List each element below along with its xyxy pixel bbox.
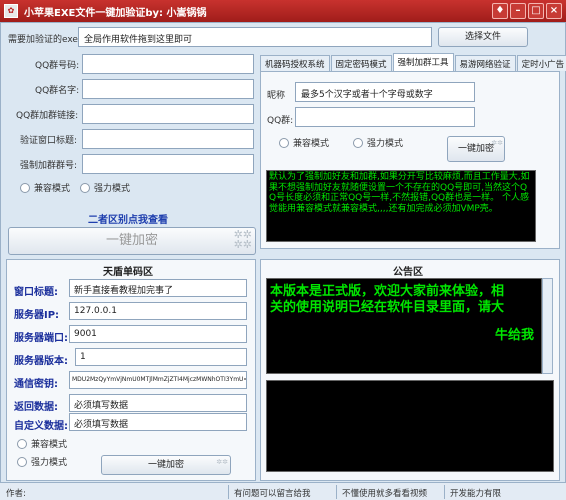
status-separator <box>444 485 445 499</box>
shield-title: 天盾单码区 <box>103 267 153 278</box>
notice-line: 关的使用说明已经在软件目录里面，请大 <box>270 300 505 315</box>
custom-data-label: 自定义数据: <box>14 421 68 432</box>
close-button[interactable]: × <box>546 3 562 19</box>
status-separator <box>228 485 229 499</box>
server-ip-input[interactable]: 127.0.0.1 <box>69 302 247 320</box>
qq-group-input[interactable] <box>295 107 475 127</box>
window-title-label: 验证窗口标题: <box>20 136 78 146</box>
radio-label: 兼容模式 <box>293 139 330 149</box>
status-msg2: 不懂使用就多看看视频 <box>342 489 428 499</box>
shield-window-title-input[interactable]: 新手直接看教程加完事了 <box>69 279 247 297</box>
radio-button[interactable] <box>353 137 363 148</box>
radio-label: 强力模式 <box>31 458 68 468</box>
radio-label: 兼容模式 <box>31 440 68 450</box>
encrypt-main-button[interactable]: 一键加密 ✲✲ ✲✲ <box>8 227 256 255</box>
qq-number-label: QQ群号码: <box>35 61 80 71</box>
nickname-label: 昵称 <box>267 91 286 101</box>
gear-icon: ✲✲ <box>491 139 503 147</box>
status-separator <box>336 485 337 499</box>
qq-link-input[interactable] <box>82 104 254 124</box>
shield-panel: 天盾单码区 窗口标题: 新手直接看教程加完事了 服务器IP: 127.0.0.1… <box>6 259 256 481</box>
notice-title: 公告区 <box>393 267 423 278</box>
server-port-label: 服务器端口: <box>14 333 68 344</box>
server-ip-label: 服务器IP: <box>14 310 60 321</box>
radio-force-mode[interactable]: 强力模式 <box>353 136 403 149</box>
radio-label: 强力模式 <box>94 184 131 194</box>
radio-compat-mode[interactable]: 兼容模式 <box>20 181 70 194</box>
shirt-icon[interactable]: ♦ <box>492 3 508 19</box>
radio-compat-mode[interactable]: 兼容模式 <box>279 136 329 149</box>
server-port-input[interactable]: 9001 <box>69 325 247 343</box>
tab-yiyou-verify[interactable]: 易游网络验证 <box>454 55 516 71</box>
encrypt-button[interactable]: 一键加密 ✲✲ <box>447 136 505 162</box>
exe-label: 需要加验证的exe: <box>8 35 81 45</box>
radio-button[interactable] <box>20 182 30 193</box>
gear-icon: ✲✲ ✲✲ <box>233 228 252 251</box>
difference-hint-link[interactable]: 二者区别点我查看 <box>88 211 168 226</box>
title-bar: ✿ 小苹果EXE文件一键加验证by: 小嵩锅锅 ♦ – □ × <box>0 0 566 22</box>
return-data-label: 返回数据: <box>14 402 58 413</box>
exe-path-input[interactable]: 全局作用软件拖到这里即可 <box>78 27 432 47</box>
status-msg1: 有问题可以留言给我 <box>234 489 311 499</box>
qq-name-label: QQ群名字: <box>35 86 80 96</box>
log-terminal <box>266 380 554 472</box>
button-label: 一键加密 <box>105 233 158 248</box>
notice-line: 本版本是正式版，欢迎大家前来体验，相 <box>270 284 505 299</box>
radio-compat-mode[interactable]: 兼容模式 <box>17 437 67 450</box>
comm-key-label: 通信密钥: <box>14 379 58 390</box>
radio-label: 强力模式 <box>367 139 404 149</box>
tab-timed-ad[interactable]: 定时小广告 <box>516 55 566 71</box>
gear-icon: ✲✲ <box>216 458 228 466</box>
force-group-label: 强制加群群号: <box>20 161 78 171</box>
status-msg3: 开发能力有限 <box>450 489 502 499</box>
status-bar: 作者: 有问题可以留言给我 不懂使用就多看看视频 开发能力有限 <box>0 482 566 500</box>
minimize-button[interactable]: – <box>510 3 526 19</box>
qq-number-input[interactable] <box>82 54 254 74</box>
tab-bar: 机器码授权系统 固定密码模式 强制加群工具 易游网络验证 定时小广告 <box>260 53 566 71</box>
force-join-panel: 昵称 最多5个汉字或者十个字母或数字 QQ群: 兼容模式 强力模式 一键加密 ✲… <box>260 71 560 249</box>
server-version-input[interactable]: 1 <box>75 348 247 366</box>
radio-button[interactable] <box>279 137 289 148</box>
button-label: 一键加密 <box>147 460 184 470</box>
server-version-label: 服务器版本: <box>14 356 68 367</box>
notice-panel: 公告区 本版本是正式版，欢迎大家前来体验，相 关的使用说明已经在软件目录里面，请… <box>260 259 560 481</box>
radio-force-mode[interactable]: 强力模式 <box>80 181 130 194</box>
window-title: 小苹果EXE文件一键加验证by: 小嵩锅锅 <box>24 8 207 19</box>
radio-label: 兼容模式 <box>34 184 71 194</box>
comm-key-input[interactable]: MDU2MzQyYmVjNmU0MTJlMmZjZTI4MjczMWNhOTI3… <box>69 371 247 389</box>
qq-link-label: QQ群加群链接: <box>16 111 79 121</box>
app-icon: ✿ <box>4 4 18 18</box>
radio-button[interactable] <box>80 182 90 193</box>
force-group-input[interactable] <box>82 154 254 174</box>
qq-name-input[interactable] <box>82 79 254 99</box>
window-title-input[interactable] <box>82 129 254 149</box>
tab-force-join[interactable]: 强制加群工具 <box>392 53 454 71</box>
tab-machine-code[interactable]: 机器码授权系统 <box>260 55 330 71</box>
shield-encrypt-button[interactable]: 一键加密 ✲✲ <box>101 455 231 475</box>
custom-data-input[interactable]: 必须填写数据 <box>69 413 247 431</box>
return-data-input[interactable]: 必须填写数据 <box>69 394 247 412</box>
radio-button[interactable] <box>17 438 27 449</box>
select-file-button[interactable]: 选择文件 <box>438 27 528 47</box>
nickname-input[interactable]: 最多5个汉字或者十个字母或数字 <box>295 82 475 102</box>
button-label: 一键加密 <box>457 144 494 154</box>
notice-line: 牛给我 <box>494 328 534 343</box>
notice-scrollbar[interactable] <box>542 278 553 374</box>
status-author: 作者: <box>6 489 26 499</box>
qq-group-label: QQ群: <box>267 116 294 126</box>
radio-force-mode[interactable]: 强力模式 <box>17 455 67 468</box>
shield-window-title-label: 窗口标题: <box>14 287 58 298</box>
notice-terminal: 本版本是正式版，欢迎大家前来体验，相 关的使用说明已经在软件目录里面，请大 牛给… <box>266 278 542 374</box>
tab-fixed-password[interactable]: 固定密码模式 <box>330 55 392 71</box>
radio-button[interactable] <box>17 456 27 467</box>
maximize-button[interactable]: □ <box>528 3 544 19</box>
info-terminal: 默认为了强制加好友和加群,如果分开写比较麻烦,而且工作量大,如果不想强制加好友就… <box>266 170 536 242</box>
